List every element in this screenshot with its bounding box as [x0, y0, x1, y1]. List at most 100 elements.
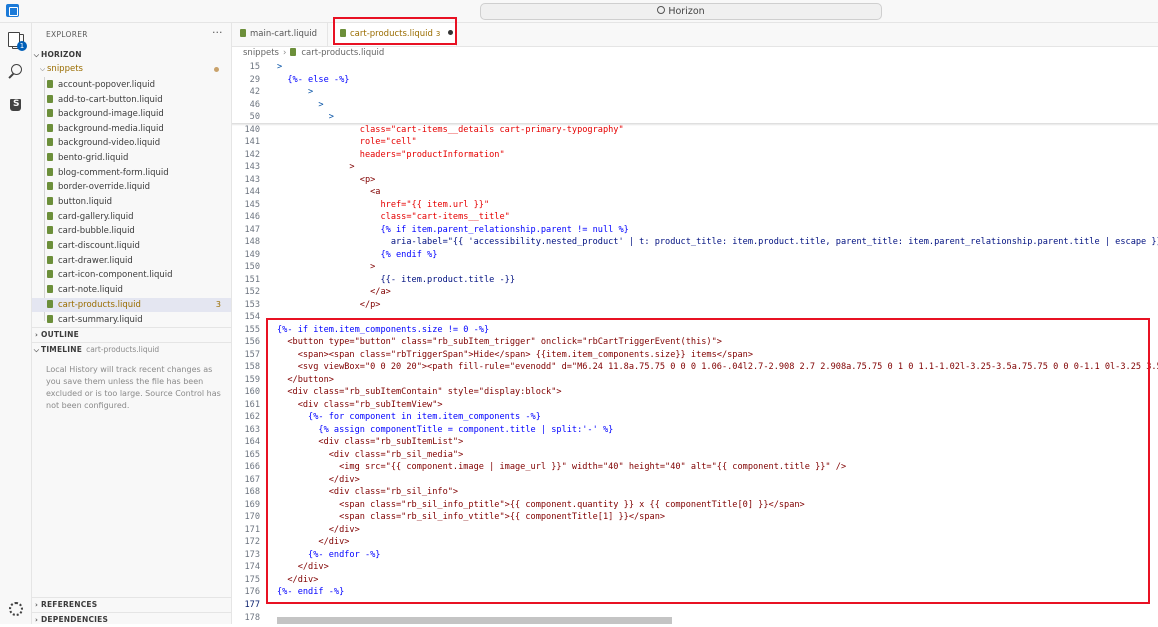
- liquid-file-icon: [47, 138, 53, 146]
- breadcrumb-file[interactable]: cart-products.liquid: [301, 48, 384, 58]
- liquid-file-icon: [47, 124, 53, 132]
- search-text: Horizon: [668, 6, 705, 17]
- file-account-popover[interactable]: account-popover.liquid: [32, 78, 231, 92]
- code-line[interactable]: href="{{ item.url }}": [277, 200, 489, 210]
- code-line[interactable]: <a: [277, 187, 380, 197]
- file-cart-products[interactable]: cart-products.liquid 3: [32, 298, 231, 312]
- explorer-sidebar: EXPLORER ··· ⌵ HORIZON ⌵ snippets account-…: [32, 23, 232, 624]
- gear-icon[interactable]: [7, 600, 24, 617]
- line-number: 143: [244, 162, 260, 172]
- line-number: 15: [249, 62, 260, 72]
- code-line[interactable]: role="cell": [277, 137, 417, 147]
- line-number: 166: [244, 462, 260, 472]
- code-line[interactable]: >: [277, 162, 354, 172]
- file-cart-note[interactable]: cart-note.liquid: [32, 283, 231, 297]
- line-number: 162: [244, 412, 260, 422]
- line-number: 156: [244, 337, 260, 347]
- line-number: 146: [244, 212, 260, 222]
- file-add-to-cart-button[interactable]: add-to-cart-button.liquid: [32, 93, 231, 107]
- line-number: 160: [244, 387, 260, 397]
- chevron-down-icon: ⌵: [39, 65, 46, 73]
- file-bento-grid[interactable]: bento-grid.liquid: [32, 151, 231, 165]
- code-line[interactable]: headers="productInformation": [277, 150, 505, 160]
- code-line[interactable]: >: [277, 112, 334, 122]
- shopify-icon[interactable]: [7, 95, 24, 112]
- line-number: 147: [244, 225, 260, 235]
- line-number: 175: [244, 575, 260, 585]
- timeline-message: Local History will track recent changes …: [46, 365, 221, 410]
- code-line[interactable]: >: [277, 62, 282, 72]
- code-line[interactable]: {{- item.product.title -}}: [277, 275, 515, 285]
- liquid-file-icon: [290, 48, 297, 56]
- chevron-right-icon: ›: [282, 48, 287, 58]
- line-number: 159: [244, 375, 260, 385]
- file-cart-drawer[interactable]: cart-drawer.liquid: [32, 254, 231, 268]
- liquid-file-icon: [47, 80, 53, 88]
- file-card-gallery[interactable]: card-gallery.liquid: [32, 210, 231, 224]
- file-border-override[interactable]: border-override.liquid: [32, 180, 231, 194]
- references-section-header[interactable]: › REFERENCES: [32, 597, 231, 612]
- line-number: 161: [244, 400, 260, 410]
- liquid-file-icon: [47, 270, 53, 278]
- file-cart-icon-component[interactable]: cart-icon-component.liquid: [32, 268, 231, 282]
- line-number-current: 177: [244, 600, 260, 610]
- line-number: 150: [244, 262, 260, 272]
- line-number: 172: [244, 537, 260, 547]
- code-line[interactable]: </a>: [277, 287, 391, 297]
- code-line[interactable]: >: [277, 262, 375, 272]
- line-number: 165: [244, 450, 260, 460]
- code-line[interactable]: {% if item.parent_relationship.parent !=…: [277, 225, 628, 235]
- line-number: 29: [249, 75, 260, 85]
- file-cart-summary[interactable]: cart-summary.liquid: [32, 313, 231, 327]
- line-number: 140: [244, 125, 260, 135]
- liquid-file-icon: [47, 109, 53, 117]
- search-view-icon[interactable]: [7, 63, 24, 80]
- file-background-image[interactable]: background-image.liquid: [32, 107, 231, 121]
- liquid-file-icon: [47, 256, 53, 264]
- code-line[interactable]: aria-label="{{ 'accessibility.nested_pro…: [277, 237, 1158, 247]
- tab-main-cart[interactable]: main-cart.liquid: [232, 23, 328, 46]
- folder-snippets[interactable]: ⌵ snippets: [32, 62, 231, 76]
- more-actions-button[interactable]: ···: [212, 26, 223, 39]
- liquid-file-icon: [47, 168, 53, 176]
- timeline-section-header[interactable]: ⌵ TIMELINE cart-products.liquid: [32, 342, 231, 357]
- liquid-file-icon: [47, 182, 53, 190]
- line-number: 178: [244, 613, 260, 623]
- vscode-logo-icon: [6, 4, 19, 17]
- liquid-file-icon: [47, 95, 53, 103]
- liquid-file-icon: [47, 241, 53, 249]
- horizontal-scrollbar[interactable]: [277, 617, 672, 624]
- breadcrumb-folder[interactable]: snippets: [243, 48, 279, 58]
- code-line[interactable]: {%- else -%}: [277, 75, 349, 85]
- line-number: 170: [244, 512, 260, 522]
- code-line[interactable]: class="cart-items__title": [277, 212, 509, 222]
- explorer-icon[interactable]: 1: [7, 31, 27, 51]
- project-section-header[interactable]: ⌵ HORIZON: [32, 48, 231, 62]
- line-number: 144: [244, 187, 260, 197]
- line-number: 152: [244, 287, 260, 297]
- code-line[interactable]: >: [277, 87, 313, 97]
- file-blog-comment-form[interactable]: blog-comment-form.liquid: [32, 166, 231, 180]
- line-number: 141: [244, 137, 260, 147]
- file-background-media[interactable]: background-media.liquid: [32, 122, 231, 136]
- line-number: 158: [244, 362, 260, 372]
- file-button[interactable]: button.liquid: [32, 195, 231, 209]
- code-line[interactable]: </p>: [277, 300, 381, 310]
- explorer-badge: 1: [17, 41, 27, 51]
- file-background-video[interactable]: background-video.liquid: [32, 136, 231, 150]
- dependencies-section-header[interactable]: › DEPENDENCIES: [32, 612, 231, 627]
- title-bar: Horizon: [0, 0, 1158, 23]
- code-line[interactable]: class="cart-items__details cart-primary-…: [277, 125, 624, 135]
- liquid-file-icon: [47, 315, 53, 323]
- command-center-search[interactable]: Horizon: [480, 3, 882, 20]
- file-cart-discount[interactable]: cart-discount.liquid: [32, 239, 231, 253]
- liquid-file-icon: [47, 197, 53, 205]
- code-line[interactable]: {% endif %}: [277, 250, 437, 260]
- line-number: 46: [249, 100, 260, 110]
- outline-section-header[interactable]: › OUTLINE: [32, 327, 231, 342]
- line-number: 173: [244, 550, 260, 560]
- file-card-bubble[interactable]: card-bubble.liquid: [32, 224, 231, 238]
- code-line[interactable]: >: [277, 100, 323, 110]
- code-line[interactable]: <p>: [277, 175, 376, 185]
- line-number: 151: [244, 275, 260, 285]
